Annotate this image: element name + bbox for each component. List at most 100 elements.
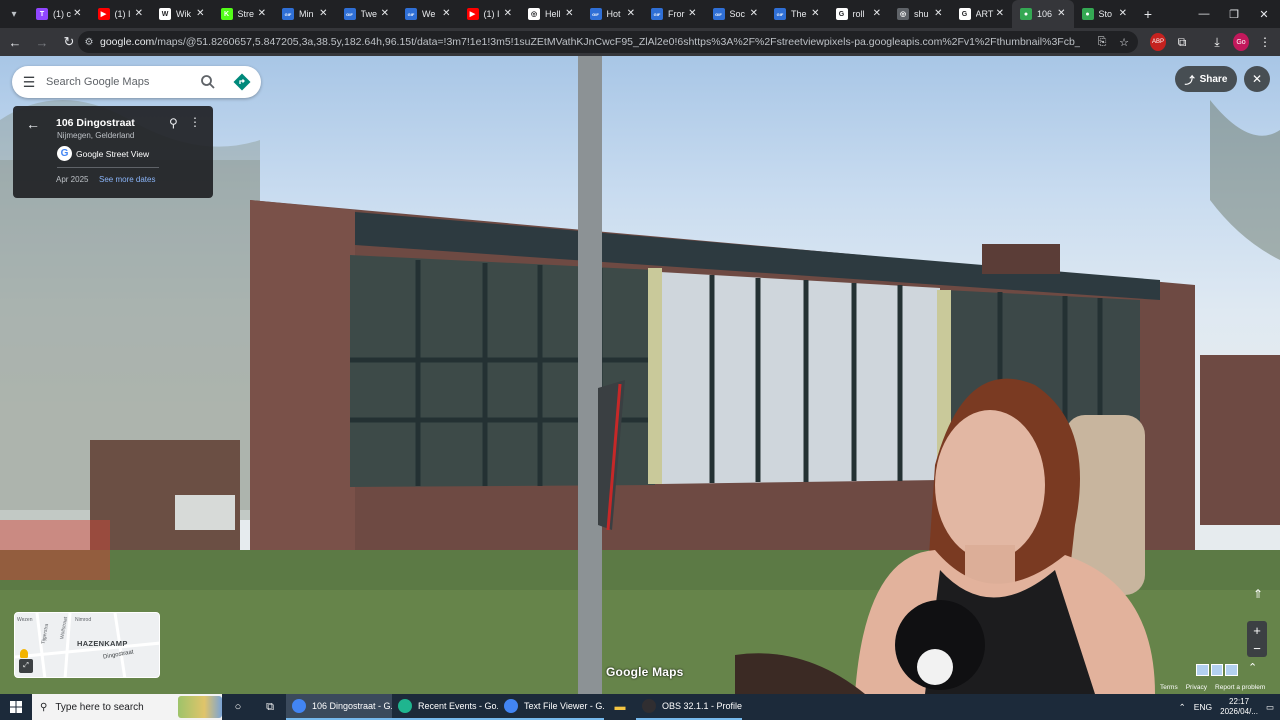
browser-tab[interactable]: GIF Fror ✕	[643, 0, 705, 28]
expand-map-icon[interactable]: ⤢	[19, 659, 33, 673]
browser-tab[interactable]: ● 106 ✕	[1012, 0, 1074, 28]
address-title: 106 Dingostraat	[56, 117, 135, 129]
browser-tab[interactable]: GIF We ✕	[397, 0, 459, 28]
search-highlight-image[interactable]	[178, 696, 222, 718]
desk	[735, 653, 865, 694]
taskbar-app[interactable]: 106 Dingostraat - G...	[286, 694, 392, 720]
install-app-icon[interactable]: ⎘	[1094, 34, 1110, 50]
chrome-menu-icon[interactable]: ⋮	[1258, 33, 1272, 51]
windows-start-button[interactable]	[0, 694, 32, 720]
new-tab-button[interactable]: +	[1135, 0, 1161, 28]
tab-close-icon[interactable]: ✕	[258, 8, 266, 20]
extensions-puzzle-icon[interactable]: ⧉	[1174, 33, 1190, 51]
share-button[interactable]: ⤴ Share	[1175, 66, 1237, 92]
browser-tab[interactable]: Groll ✕	[828, 0, 890, 28]
minimize-icon[interactable]: —	[1188, 0, 1220, 28]
window-close-icon[interactable]: ✕	[1248, 0, 1280, 28]
tab-title: ART	[975, 9, 994, 19]
browser-tab[interactable]: GIF Soc ✕	[705, 0, 767, 28]
adblock-extension-icon[interactable]: ABP	[1150, 33, 1166, 51]
tab-close-icon[interactable]: ✕	[196, 8, 204, 20]
pegman-icon[interactable]	[20, 649, 28, 658]
tab-close-icon[interactable]: ✕	[565, 8, 573, 20]
taskbar-app[interactable]: OBS 32.1.1 - Profile	[636, 694, 742, 720]
task-view-icon[interactable]: ⧉	[254, 694, 286, 720]
clock[interactable]: 22:17 2026/04/...	[1220, 697, 1258, 717]
tab-favicon-icon: ▶	[97, 8, 110, 20]
browser-tab[interactable]: K Stre ✕	[213, 0, 275, 28]
tab-title: Fror	[668, 9, 685, 19]
hamburger-menu-icon[interactable]: ☰	[12, 74, 46, 91]
tab-close-icon[interactable]: ✕	[73, 8, 81, 20]
downloads-icon[interactable]: ⤓	[1209, 33, 1225, 51]
tab-close-icon[interactable]: ✕	[135, 8, 143, 20]
browser-tab[interactable]: ▶ (1) I ✕	[459, 0, 521, 28]
taskbar-search[interactable]: ⚲ Type here to search	[32, 694, 222, 720]
tab-close-icon[interactable]: ✕	[873, 8, 881, 20]
browser-tab[interactable]: GIF The ✕	[766, 0, 828, 28]
tab-close-icon[interactable]: ✕	[319, 8, 327, 20]
tab-close-icon[interactable]: ✕	[811, 8, 819, 20]
tab-close-icon[interactable]: ✕	[627, 8, 635, 20]
capture-date: Apr 2025	[56, 175, 89, 184]
tab-title: Hell	[545, 9, 561, 19]
tab-title: Stre	[237, 9, 255, 19]
maps-search-input[interactable]	[46, 76, 196, 88]
tab-title: (1) I	[114, 9, 131, 19]
minimap[interactable]: Wezen Tijgerstra Wolfstraat Nimrod HAZEN…	[14, 612, 160, 678]
tab-strip: ▾ T (1) c ✕ ▶ (1) I ✕ W Wik ✕ K Stre ✕ GIF Min ✕ GIF Twe…	[0, 0, 1280, 28]
tab-close-icon[interactable]: ✕	[442, 8, 450, 20]
taskbar-app[interactable]: Text File Viewer - G...	[498, 694, 604, 720]
tab-close-icon[interactable]: ✕	[1057, 8, 1065, 20]
profile-avatar[interactable]: Go	[1233, 33, 1249, 51]
browser-tab[interactable]: ◎ Hell ✕	[520, 0, 582, 28]
tab-close-icon[interactable]: ✕	[996, 8, 1004, 20]
tab-search-icon[interactable]: ▾	[0, 0, 28, 28]
tab-close-icon[interactable]: ✕	[688, 8, 696, 20]
browser-tab[interactable]: T (1) c ✕	[28, 0, 90, 28]
browser-tab[interactable]: ● Sto ✕	[1074, 0, 1136, 28]
bookmark-star-icon[interactable]: ☆	[1116, 34, 1132, 50]
directions-icon[interactable]	[233, 73, 251, 91]
tab-favicon-icon: W	[159, 8, 171, 20]
language-indicator[interactable]: ENG	[1194, 702, 1212, 712]
flower-bush	[0, 520, 110, 580]
browser-tab[interactable]: G ART ✕	[951, 0, 1013, 28]
restore-icon[interactable]: ❐	[1218, 0, 1250, 28]
taskbar-app[interactable]: Recent Events - Go...	[392, 694, 498, 720]
cortana-icon[interactable]: ○	[222, 694, 254, 720]
taskbar-app-icon	[292, 699, 306, 713]
search-icon[interactable]	[200, 74, 216, 90]
tab-close-icon[interactable]: ✕	[1119, 8, 1127, 20]
forward-button[interactable]: →	[30, 30, 54, 54]
back-arrow-icon[interactable]: ←	[26, 116, 40, 132]
more-options-icon[interactable]: ⋮	[189, 115, 201, 129]
browser-tab[interactable]: GIF Hot ✕	[582, 0, 644, 28]
tab-close-icon[interactable]: ✕	[381, 8, 389, 20]
location-pin-icon[interactable]: ⚲	[169, 116, 178, 130]
minimap-neighborhood: HAZENKAMP	[77, 639, 128, 648]
site-info-icon[interactable]: ⚙	[78, 37, 100, 48]
tab-close-icon[interactable]: ✕	[750, 8, 758, 20]
url-text[interactable]: google.com/maps/@51.8260657,5.847205,3a,…	[100, 36, 1080, 48]
see-more-dates-link[interactable]: See more dates	[99, 175, 155, 184]
browser-tab[interactable]: GIF Twe ✕	[336, 0, 398, 28]
browser-tab[interactable]: ▶ (1) I ✕	[90, 0, 152, 28]
tab-title: (1) I	[483, 9, 500, 19]
tray-overflow-icon[interactable]: ⌃	[1179, 702, 1186, 713]
tab-title: We	[422, 9, 436, 19]
address-bar[interactable]: ⚙ google.com/maps/@51.8260657,5.847205,3…	[78, 31, 1138, 53]
browser-tab[interactable]: W Wik ✕	[151, 0, 213, 28]
minimap-label-nimrod: Nimrod	[75, 617, 92, 623]
browser-tab[interactable]: ◎ shu ✕	[889, 0, 951, 28]
browser-tab[interactable]: GIF Min ✕	[274, 0, 336, 28]
back-button[interactable]: ←	[3, 30, 27, 54]
tab-favicon-icon: K	[220, 8, 233, 20]
tab-close-icon[interactable]: ✕	[504, 8, 512, 20]
tab-title: Twe	[360, 9, 378, 19]
notifications-icon[interactable]: ▭	[1266, 702, 1274, 713]
tab-title: (1) c	[53, 9, 71, 19]
tab-close-icon[interactable]: ✕	[934, 8, 942, 20]
file-explorer-icon[interactable]: ▬	[604, 694, 636, 720]
close-street-view-button[interactable]: ✕	[1244, 66, 1270, 92]
